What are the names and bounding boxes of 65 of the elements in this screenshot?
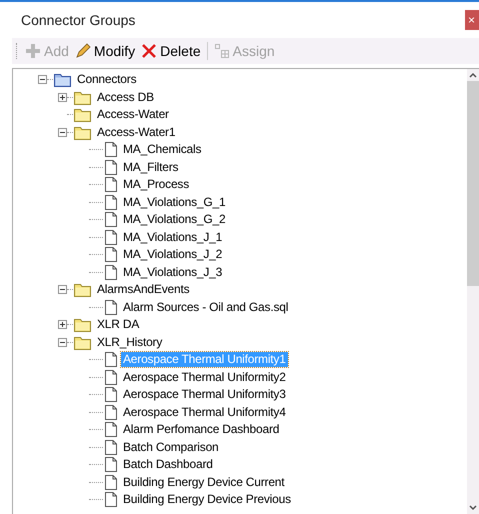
tree-item[interactable]: Building Energy Device Current: [121, 474, 286, 490]
tree-item[interactable]: Access-Water: [95, 107, 171, 122]
document-icon: [105, 474, 117, 490]
folder-icon: [54, 72, 71, 88]
tree-item[interactable]: MA_Violations_G_2: [121, 212, 228, 228]
tree-item[interactable]: Aerospace Thermal Uniformity2: [121, 370, 288, 385]
document-icon: [105, 422, 117, 438]
tree-item[interactable]: Access-Water1: [95, 124, 178, 140]
document-icon: [105, 142, 117, 158]
document-icon: [105, 387, 117, 402]
tree-item[interactable]: Aerospace Thermal Uniformity4: [121, 404, 288, 420]
tree-item[interactable]: Alarm Perfomance Dashboard: [121, 422, 282, 438]
document-icon: [105, 160, 117, 175]
document-icon: [105, 230, 117, 245]
document-icon: [105, 492, 117, 508]
tree-item[interactable]: Batch Dashboard: [121, 457, 215, 472]
document-icon: [105, 404, 117, 420]
toolbar-button[interactable]: Delete: [141, 40, 201, 62]
pencil-icon: [74, 43, 91, 59]
scrollbar[interactable]: [467, 69, 479, 514]
tree-item[interactable]: XLR DA: [95, 317, 142, 332]
plus-icon: [25, 43, 41, 59]
close-button[interactable]: ×: [465, 10, 479, 30]
document-icon: [105, 300, 117, 315]
collapse-toggle[interactable]: [58, 338, 67, 347]
tree-item[interactable]: Batch Comparison: [121, 440, 221, 455]
document-icon: [105, 352, 117, 368]
tree-item[interactable]: MA_Violations_G_1: [121, 194, 228, 210]
document-icon: [105, 264, 117, 280]
tree-item[interactable]: XLR_History: [95, 334, 164, 350]
scrollbar-thumb[interactable]: [467, 81, 479, 286]
tree-item[interactable]: Access DB: [95, 90, 156, 105]
folder-icon: [74, 317, 91, 332]
tree-item[interactable]: MA_Filters: [121, 160, 180, 175]
collapse-toggle[interactable]: [38, 75, 47, 84]
document-icon: [105, 247, 117, 262]
folder-icon: [74, 334, 91, 350]
tree-item[interactable]: MA_Violations_J_3: [121, 264, 224, 280]
tree-item[interactable]: Aerospace Thermal Uniformity3: [121, 387, 288, 402]
collapse-toggle[interactable]: [58, 285, 67, 294]
folder-icon: [74, 282, 91, 298]
tree-item[interactable]: Alarm Sources - Oil and Gas.sql: [121, 300, 290, 315]
document-icon: [105, 440, 117, 455]
expand-toggle[interactable]: [58, 320, 67, 330]
document-icon: [105, 457, 117, 472]
document-icon: [105, 177, 117, 192]
tree-item[interactable]: MA_Violations_J_1: [121, 230, 224, 245]
tree-item[interactable]: Building Energy Device Previous: [121, 492, 293, 508]
folder-icon: [74, 124, 91, 140]
collapse-toggle[interactable]: [58, 128, 67, 137]
tree-item[interactable]: Connectors: [75, 72, 138, 88]
expand-toggle[interactable]: [58, 92, 67, 102]
document-icon: [105, 194, 117, 210]
cross-icon: [141, 43, 158, 59]
grid-icon: [214, 43, 230, 59]
tree-item[interactable]: MA_Violations_J_2: [121, 247, 224, 262]
tree-item[interactable]: AlarmsAndEvents: [95, 282, 192, 298]
folder-icon: [74, 107, 91, 122]
folder-icon: [74, 90, 91, 105]
document-icon: [105, 212, 117, 228]
tree-item[interactable]: MA_Chemicals: [121, 142, 204, 158]
window-title: Connector Groups: [21, 10, 136, 30]
tree-item[interactable]: MA_Process: [121, 177, 192, 192]
document-icon: [105, 370, 117, 385]
toolbar-button[interactable]: Modify: [74, 40, 136, 62]
